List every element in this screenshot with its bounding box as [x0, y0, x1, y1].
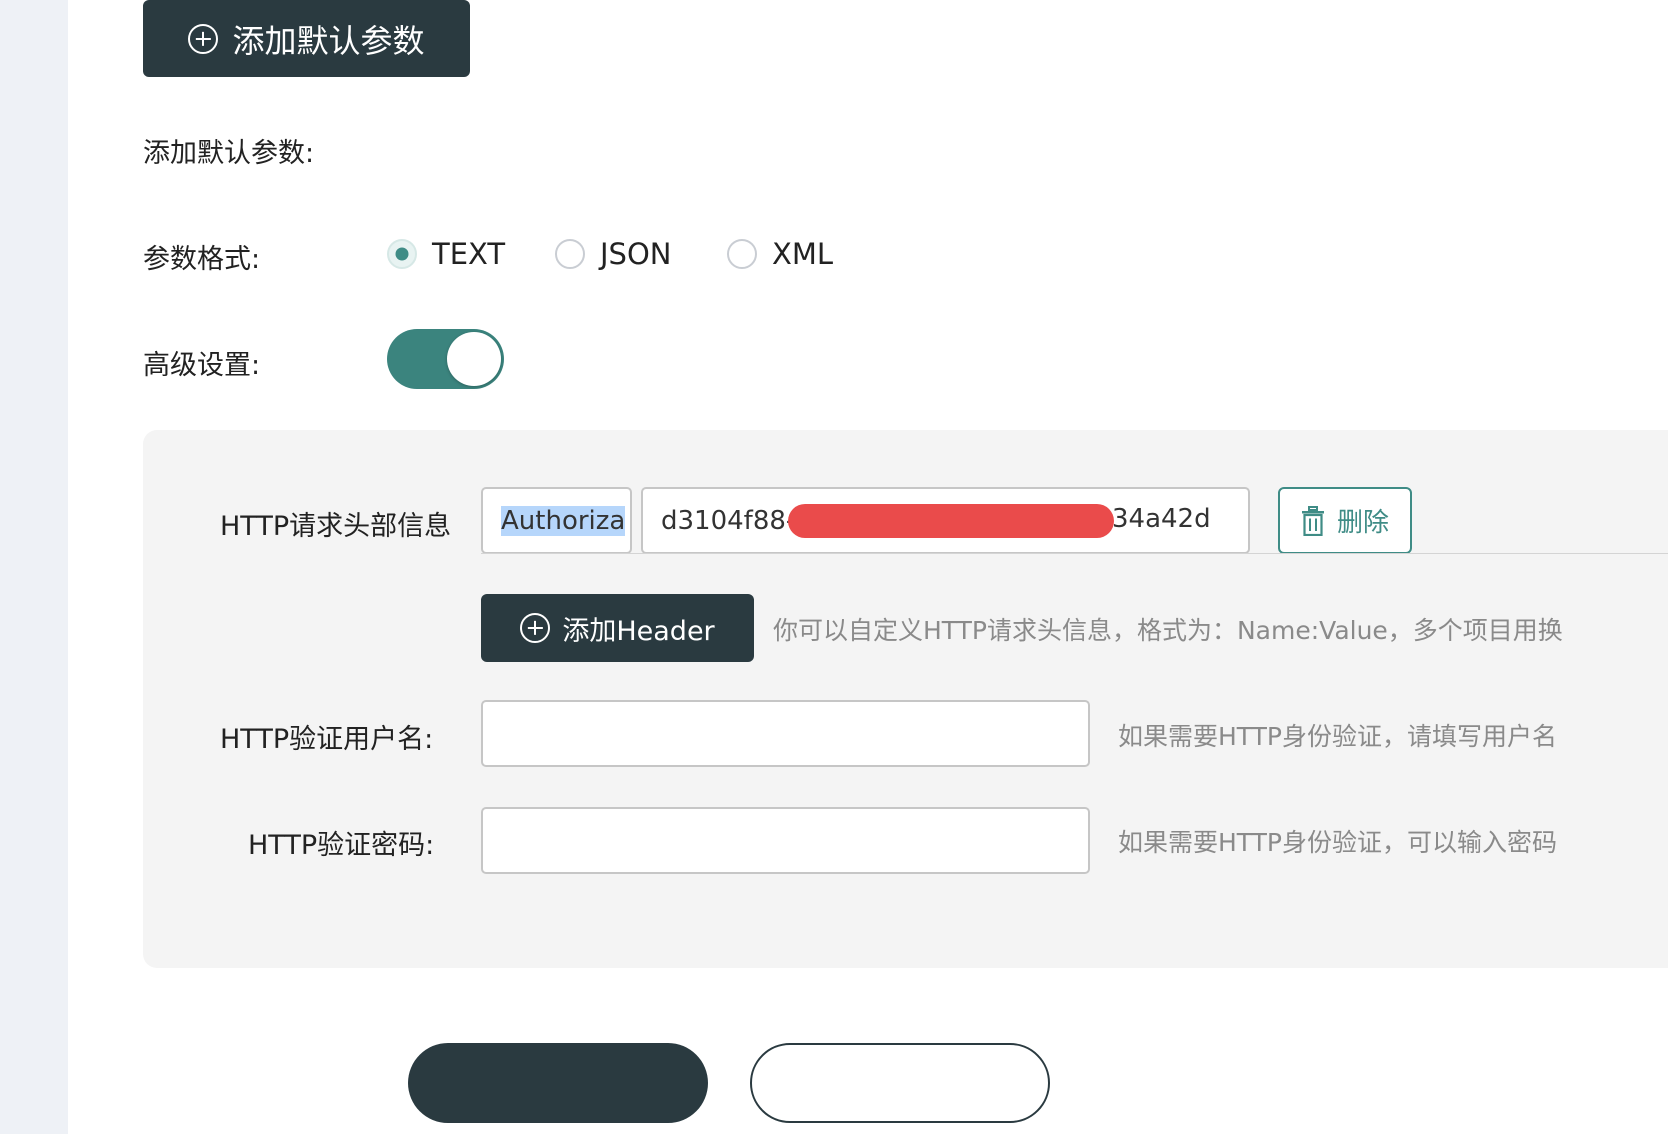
radio-json[interactable]: JSON [555, 237, 671, 271]
http-password-input[interactable] [481, 807, 1090, 874]
left-gutter [0, 0, 68, 1134]
radio-unchecked-icon [727, 239, 757, 269]
submit-button[interactable] [408, 1043, 708, 1123]
plus-circle-icon [520, 613, 551, 643]
radio-xml-label: XML [772, 237, 834, 271]
http-username-hint: 如果需要HTTP身份验证，请填写用户名 [1118, 722, 1557, 751]
radio-text[interactable]: TEXT [387, 237, 505, 271]
http-username-input[interactable] [481, 700, 1090, 767]
radio-xml[interactable]: XML [727, 237, 833, 271]
radio-json-label: JSON [600, 237, 672, 271]
header-value-suffix: 34a42d [1112, 504, 1211, 534]
http-headers-label: HTTP请求头部信息 [220, 511, 452, 542]
delete-header-button[interactable]: 删除 [1278, 487, 1412, 554]
radio-checked-icon [387, 239, 417, 269]
toggle-knob [447, 332, 501, 386]
http-password-label: HTTP验证密码: [248, 830, 435, 861]
add-header-button[interactable]: 添加Header [481, 594, 754, 662]
param-format-label: 参数格式: [143, 244, 261, 275]
http-password-hint: 如果需要HTTP身份验证，可以输入密码 [1118, 828, 1557, 857]
add-default-params-button-label: 添加默认参数 [232, 21, 425, 60]
delete-header-button-label: 删除 [1336, 508, 1389, 538]
advanced-settings-label: 高级设置: [143, 350, 261, 381]
header-name-input[interactable]: Authoriza [481, 487, 632, 554]
radio-text-label: TEXT [432, 237, 506, 271]
trash-icon [1301, 505, 1324, 536]
divider [481, 553, 1668, 554]
http-username-label: HTTP验证用户名: [220, 724, 434, 755]
radio-unchecked-icon [555, 239, 585, 269]
add-default-params-button[interactable]: 添加默认参数 [143, 0, 470, 77]
redaction-mark [788, 504, 1114, 538]
header-value-prefix: d3104f88- [661, 505, 796, 536]
cancel-button[interactable] [750, 1043, 1050, 1123]
http-headers-hint: 你可以自定义HTTP请求头信息，格式为：Name:Value，多个项目用换 [773, 616, 1563, 645]
advanced-settings-toggle[interactable] [387, 329, 504, 389]
plus-circle-icon [188, 23, 219, 54]
header-name-selected-text: Authoriza [501, 505, 626, 536]
add-default-params-label: 添加默认参数: [143, 138, 315, 169]
add-header-button-label: 添加Header [562, 615, 715, 647]
